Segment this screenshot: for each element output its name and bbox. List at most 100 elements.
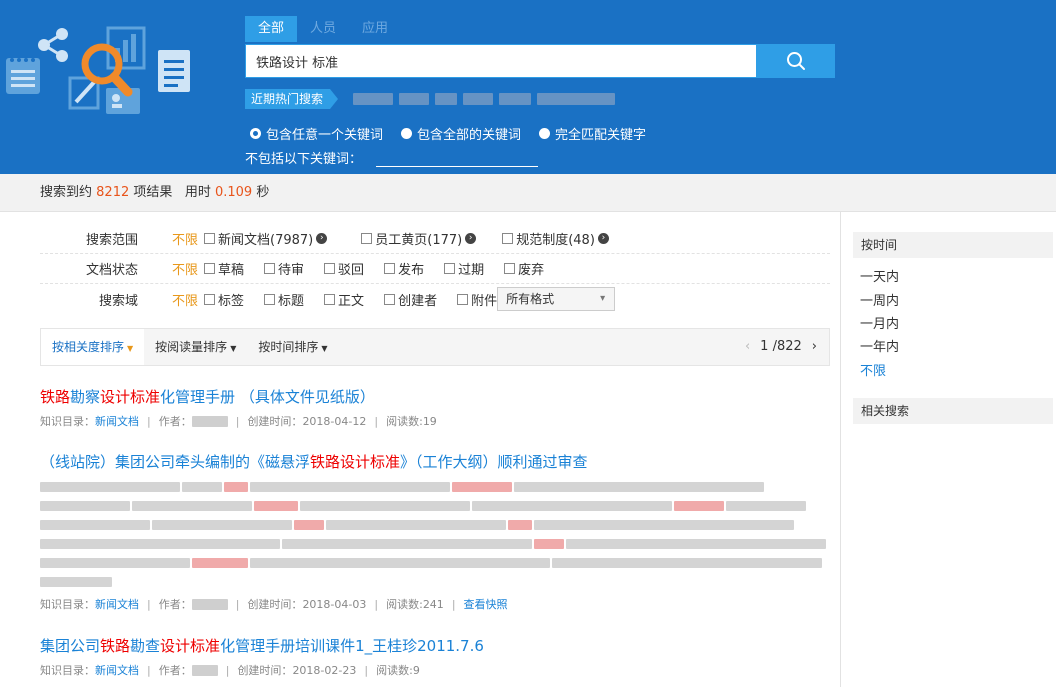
sort-relevance[interactable]: 按相关度排序 ▼ bbox=[41, 329, 145, 365]
catalog-link[interactable]: 新闻文档 bbox=[95, 662, 139, 678]
filter-option[interactable]: 员工黄页(177) › bbox=[361, 229, 477, 248]
catalog-link[interactable]: 新闻文档 bbox=[95, 413, 139, 429]
search-input[interactable] bbox=[246, 45, 756, 77]
result-title[interactable]: （线站院）集团公司牵头编制的《磁悬浮铁路设计标准》（工作大纲）顺利通过审查 bbox=[40, 451, 830, 472]
filter-option[interactable]: 正文 bbox=[324, 290, 364, 309]
search-button[interactable] bbox=[757, 44, 835, 78]
expand-icon[interactable]: › bbox=[465, 233, 477, 244]
match-exact-option[interactable]: 完全匹配关键字 bbox=[539, 124, 646, 143]
filter-option[interactable]: 标签 bbox=[204, 290, 244, 309]
pager: ‹ 1 /822 › bbox=[745, 329, 817, 365]
time-filter-year[interactable]: 一年内 bbox=[860, 336, 899, 355]
checkbox[interactable] bbox=[457, 293, 469, 305]
snapshot-link[interactable]: 查看快照 bbox=[464, 596, 508, 612]
sort-reads[interactable]: 按阅读量排序 ▼ bbox=[144, 329, 247, 365]
checkbox[interactable] bbox=[504, 263, 516, 274]
checkbox[interactable] bbox=[324, 293, 336, 305]
match-all-option[interactable]: 包含全部的关键词 bbox=[401, 124, 521, 143]
filter-option[interactable]: 待审 bbox=[264, 259, 304, 278]
time-filter-title: 按时间 bbox=[853, 232, 1053, 258]
hot-search-link[interactable] bbox=[463, 93, 493, 105]
result-title[interactable]: 铁路勘察设计标准化管理手册 （具体文件见纸版） bbox=[40, 386, 830, 407]
time-filter-week[interactable]: 一周内 bbox=[860, 290, 899, 309]
sort-bar: 按相关度排序 ▼ 按阅读量排序 ▼ 按时间排序 ▼ ‹ 1 /822 › bbox=[40, 328, 830, 366]
result-meta: 知识目录： 新闻文档 | 作者： | 创建时间： 2018-02-23 | 阅读数:… bbox=[40, 662, 420, 678]
checkbox[interactable] bbox=[204, 233, 216, 244]
checkbox[interactable] bbox=[444, 263, 456, 274]
result-title[interactable]: 集团公司铁路勘查设计标准化管理手册培训课件1_王桂珍2011.7.6 bbox=[40, 635, 830, 656]
tab-apps[interactable]: 应用 bbox=[349, 16, 401, 42]
sort-down-icon: ▼ bbox=[230, 344, 237, 353]
next-page-button[interactable]: › bbox=[812, 329, 817, 365]
search-header: 全部 人员 应用 近期热门搜索 包含任意一个关键词 包含全部的关键词 完全匹配关 bbox=[0, 0, 1056, 174]
match-exact-label: 完全匹配关键字 bbox=[555, 128, 647, 143]
result-meta: 知识目录： 新闻文档 | 作者： | 创建时间： 2018-04-12 | 阅读数:… bbox=[40, 413, 437, 429]
title-text: 勘察 bbox=[70, 388, 101, 406]
time-filter-unlimited[interactable]: 不限 bbox=[860, 360, 886, 379]
hot-search-link[interactable] bbox=[537, 93, 615, 105]
total-pages: /822 bbox=[772, 339, 802, 354]
search-time: 0.109 bbox=[214, 185, 253, 200]
hot-search-link[interactable] bbox=[499, 93, 531, 105]
title-highlight: 铁路设计标准 bbox=[310, 453, 401, 471]
filter-unlimited[interactable]: 不限 bbox=[172, 259, 198, 278]
filter-option[interactable]: 废弃 bbox=[504, 259, 544, 278]
search-tabs: 全部 人员 应用 bbox=[245, 16, 401, 42]
filter-label: 搜索范围 bbox=[85, 233, 138, 248]
filter-option[interactable]: 过期 bbox=[444, 259, 484, 278]
filter-unlimited[interactable]: 不限 bbox=[172, 229, 198, 248]
filter-option[interactable]: 规范制度(48) › bbox=[502, 229, 609, 248]
prev-page-button[interactable]: ‹ bbox=[745, 329, 750, 365]
format-select[interactable]: 所有格式 bbox=[497, 287, 616, 311]
filter-option[interactable]: 发布 bbox=[384, 259, 424, 278]
hot-search-link[interactable] bbox=[435, 93, 457, 105]
filter-option[interactable]: 附件 bbox=[457, 290, 497, 309]
hot-search-link[interactable] bbox=[353, 93, 393, 105]
radio[interactable] bbox=[401, 128, 413, 139]
catalog-link[interactable]: 新闻文档 bbox=[95, 596, 139, 612]
filter-option[interactable]: 创建者 bbox=[384, 290, 437, 309]
result-meta: 知识目录： 新闻文档 | 作者： | 创建时间： 2018-04-03 | 阅读数:… bbox=[40, 596, 508, 612]
match-any-label: 包含任意一个关键词 bbox=[266, 128, 384, 143]
match-any-option[interactable]: 包含任意一个关键词 bbox=[250, 124, 383, 143]
tab-people[interactable]: 人员 bbox=[297, 16, 349, 42]
filter-option[interactable]: 驳回 bbox=[324, 259, 364, 278]
title-highlight: 设计标准 bbox=[100, 388, 161, 406]
checkbox[interactable] bbox=[361, 233, 373, 244]
time-filter-day[interactable]: 一天内 bbox=[860, 266, 899, 285]
checkbox[interactable] bbox=[264, 263, 276, 274]
radio-checked[interactable] bbox=[250, 128, 261, 139]
expand-icon[interactable]: › bbox=[597, 233, 609, 244]
title-highlight: 设计标准 bbox=[160, 637, 221, 655]
tab-all[interactable]: 全部 bbox=[245, 16, 298, 42]
match-options: 包含任意一个关键词 包含全部的关键词 完全匹配关键字 bbox=[250, 124, 664, 143]
filter-option[interactable]: 标题 bbox=[264, 290, 304, 309]
filter-option[interactable]: 新闻文档(7987) › bbox=[204, 229, 328, 248]
title-highlight: 铁路 bbox=[100, 637, 131, 655]
checkbox[interactable] bbox=[502, 233, 514, 244]
checkbox[interactable] bbox=[384, 293, 396, 305]
checkbox[interactable] bbox=[384, 263, 396, 274]
filter-unlimited[interactable]: 不限 bbox=[172, 290, 198, 309]
checkbox[interactable] bbox=[204, 263, 216, 274]
filter-option[interactable]: 草稿 bbox=[204, 259, 244, 278]
checkbox[interactable] bbox=[204, 293, 216, 305]
search-box bbox=[245, 44, 757, 78]
search-logo-icon bbox=[6, 26, 190, 114]
search-icon bbox=[787, 52, 805, 70]
exclude-input[interactable] bbox=[376, 151, 539, 167]
author-placeholder bbox=[191, 415, 228, 427]
time-filter-month[interactable]: 一月内 bbox=[860, 313, 899, 332]
author-placeholder bbox=[191, 664, 218, 676]
checkbox[interactable] bbox=[324, 263, 336, 274]
match-all-label: 包含全部的关键词 bbox=[417, 128, 522, 143]
expand-icon[interactable]: › bbox=[316, 233, 328, 244]
filter-field: 搜索域 不限 标签 标题 正文 创建者 附件 所有格式 bbox=[40, 284, 830, 314]
radio[interactable] bbox=[539, 128, 551, 139]
hot-search-link[interactable] bbox=[399, 93, 429, 105]
result-snippet bbox=[40, 482, 830, 587]
title-text: 》（工作大纲）顺利通过审查 bbox=[400, 453, 588, 471]
sort-time[interactable]: 按时间排序 ▼ bbox=[247, 329, 338, 365]
checkbox[interactable] bbox=[264, 293, 276, 305]
result-count: 8212 bbox=[96, 185, 130, 200]
